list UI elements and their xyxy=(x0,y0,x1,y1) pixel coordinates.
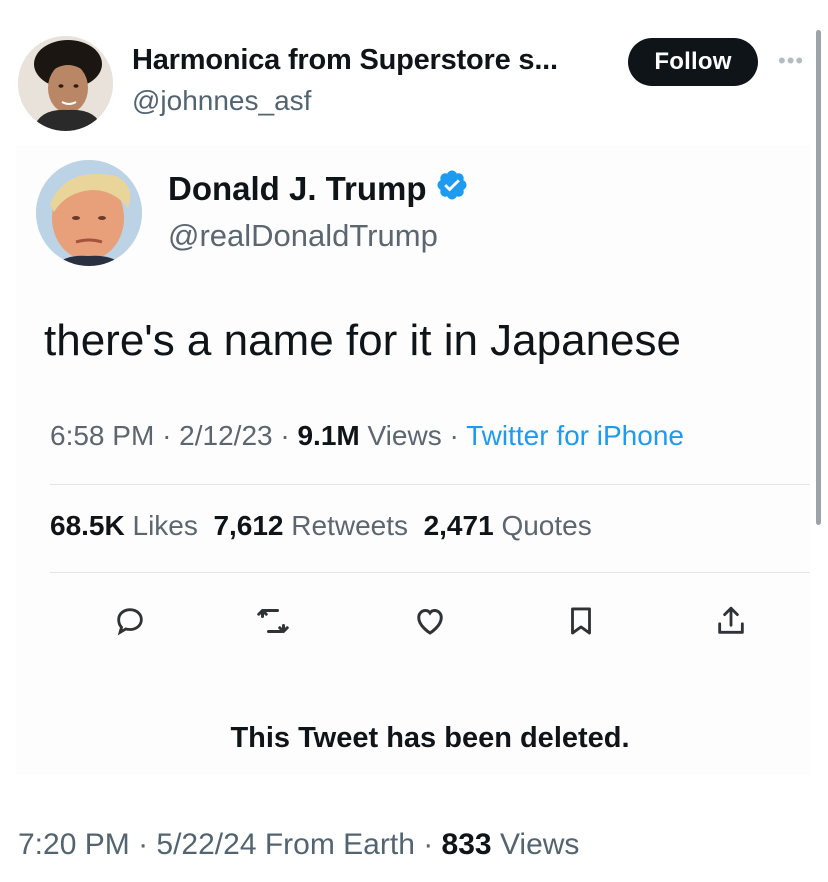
follow-button[interactable]: Follow xyxy=(628,38,758,86)
footer-views-count[interactable]: 833 xyxy=(442,828,492,861)
like-icon xyxy=(412,603,448,639)
divider xyxy=(50,484,810,485)
quotes-label: Quotes xyxy=(501,510,592,541)
reply-icon xyxy=(112,603,148,639)
footer-date: 5/22/24 xyxy=(156,828,257,861)
meta-time: 6:58 PM xyxy=(50,420,155,451)
deleted-notice: This Tweet has been deleted. xyxy=(230,722,630,754)
share-icon xyxy=(713,603,749,639)
meta-client: Twitter for iPhone xyxy=(466,420,684,451)
scrollbar[interactable] xyxy=(816,30,821,525)
meta-views-label: Views xyxy=(367,420,442,451)
outer-author-avatar[interactable] xyxy=(18,36,113,131)
footer-views-label[interactable]: Views xyxy=(500,828,579,861)
footer-source: From Earth xyxy=(264,828,415,861)
retweet-icon xyxy=(255,603,291,639)
outer-tweet-footer: 7:20 PM · 5/22/24 From Earth · 833 Views xyxy=(18,828,580,861)
meta-date: 2/12/23 xyxy=(179,420,273,451)
retweets-count: 7,612 xyxy=(213,510,284,541)
divider xyxy=(50,572,810,573)
likes-label: Likes xyxy=(132,510,198,541)
quoted-author-name: Donald J. Trump xyxy=(168,170,427,207)
quoted-author-avatar xyxy=(36,160,142,266)
bookmark-icon xyxy=(563,603,599,639)
quoted-author-name-row: Donald J. Trump xyxy=(168,168,469,210)
outer-author-handle[interactable]: @johnnes_asf xyxy=(132,85,311,117)
likes-count: 68.5K xyxy=(50,510,125,541)
outer-author-name[interactable]: Harmonica from Superstore s... xyxy=(132,44,558,77)
meta-views-count: 9.1M xyxy=(297,420,360,451)
quoted-tweet-stats: 68.5K Likes 7,612 Retweets 2,471 Quotes xyxy=(50,510,592,542)
verified-badge-icon xyxy=(435,168,469,210)
quoted-tweet-meta: 6:58 PM · 2/12/23 · 9.1M Views · Twitter… xyxy=(50,420,684,451)
quotes-count: 2,471 xyxy=(423,510,494,541)
quoted-tweet-text: there's a name for it in Japanese xyxy=(44,316,681,365)
more-horizontal-icon[interactable]: ••• xyxy=(778,48,804,74)
footer-time: 7:20 PM xyxy=(18,828,130,861)
retweets-label: Retweets xyxy=(291,510,409,541)
quoted-author-handle: @realDonaldTrump xyxy=(168,218,438,253)
